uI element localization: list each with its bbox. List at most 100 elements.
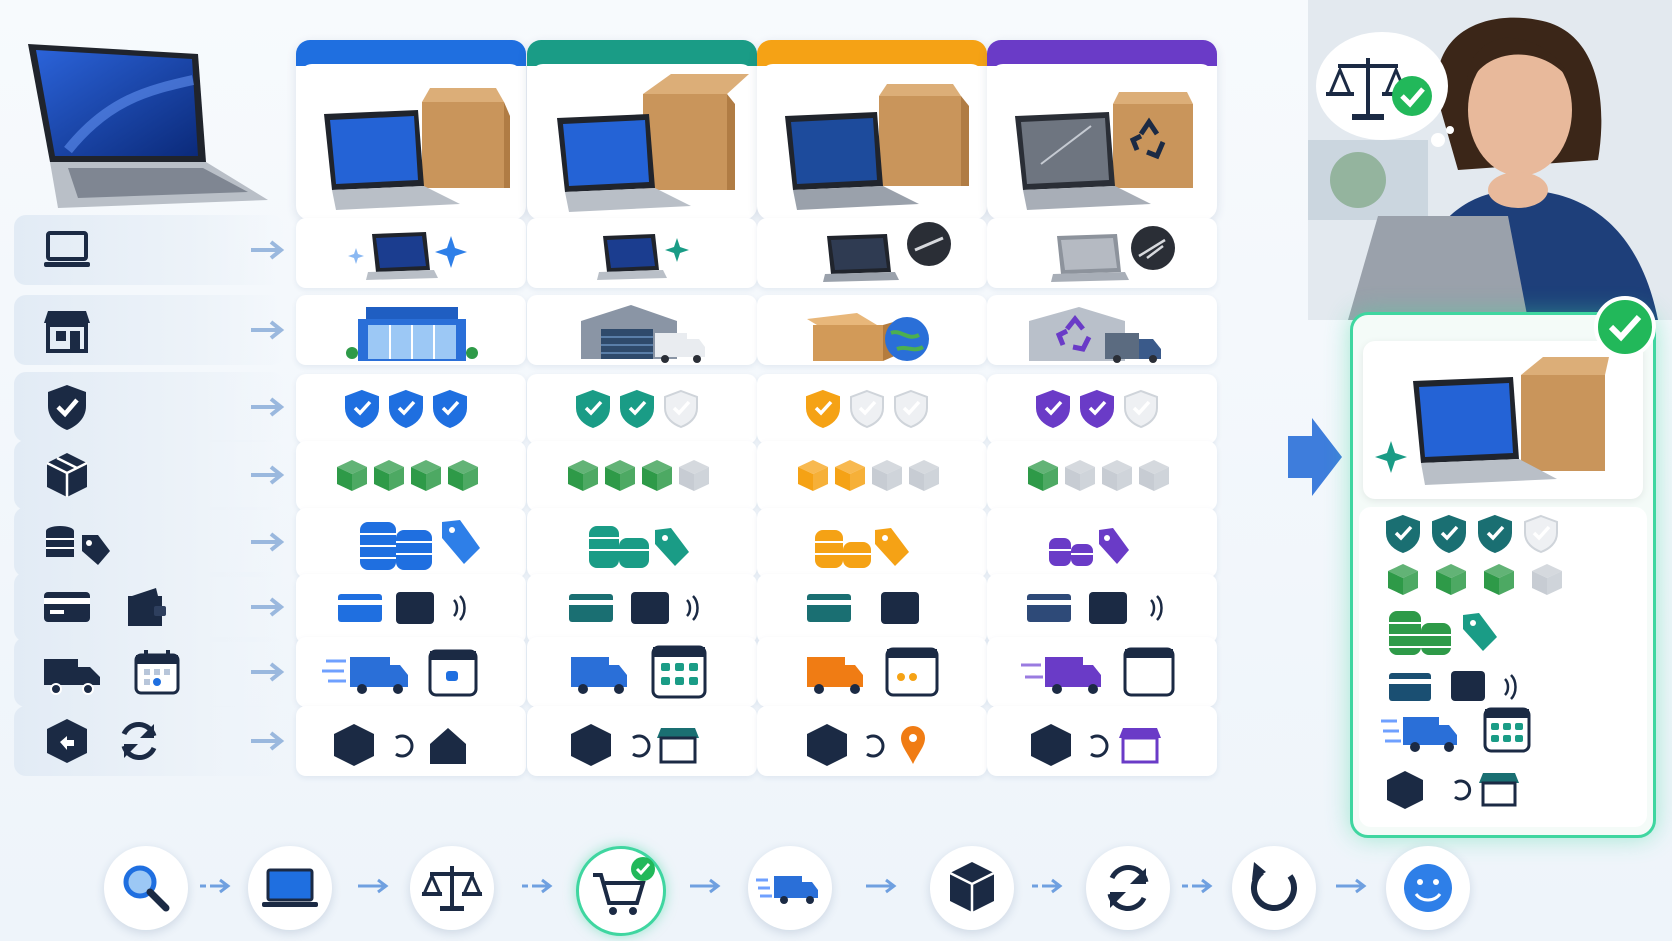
- return-icons: [1387, 771, 1519, 809]
- package-filled-icon: [1028, 460, 1058, 491]
- cell-refurbished-condition: [987, 218, 1217, 288]
- column-header-new: [296, 40, 526, 220]
- cell-open-box-packaging: [527, 441, 757, 511]
- cell-new-warranty: [296, 374, 526, 444]
- cell-new-payment: [296, 574, 526, 644]
- step-compare[interactable]: [410, 846, 494, 930]
- hero-laptop-illustration: [28, 40, 288, 210]
- cell-used-returns: [757, 706, 987, 776]
- cell-refurbished-delivery: [987, 637, 1217, 707]
- thought-bubble: [1310, 22, 1460, 152]
- shield-check-icon: [1386, 514, 1420, 554]
- legend-row-payment: [14, 572, 285, 642]
- laptop-icon: [262, 868, 318, 907]
- cell-new-condition: [296, 218, 526, 288]
- legend-row-condition: [14, 215, 285, 285]
- package-empty-icon: [1065, 460, 1095, 491]
- column-header-refurbished: [987, 40, 1217, 220]
- legend-row-seller: [14, 295, 285, 365]
- legend-row-packaging: [14, 440, 285, 510]
- shield-empty-icon: [664, 389, 698, 429]
- warranty-shield-row: [576, 389, 698, 429]
- package-filled-icon: [411, 460, 441, 491]
- cell-refurbished-warranty: [987, 374, 1217, 444]
- cell-new-returns: [296, 706, 526, 776]
- cell-new-seller: [296, 295, 526, 365]
- payment-icons: [1389, 671, 1517, 701]
- recommended-check-badge-icon: [1594, 296, 1656, 358]
- shield-check-icon: [576, 389, 610, 429]
- step-choose-laptop[interactable]: [248, 846, 332, 930]
- step-exchange[interactable]: [1086, 846, 1170, 930]
- cell-used-condition: [757, 218, 987, 288]
- shield-check-icon: [345, 389, 379, 429]
- package-rating-row: [1028, 460, 1169, 491]
- package-filled-icon: [642, 460, 672, 491]
- step-arrow-icon: [866, 878, 897, 894]
- check-badge-icon: [1392, 76, 1432, 116]
- step-search[interactable]: [104, 846, 188, 930]
- search-icon: [123, 865, 170, 912]
- package-rating-row: [337, 460, 478, 491]
- step-arrow-icon: [690, 878, 721, 894]
- shield-check-icon: [433, 389, 467, 429]
- shield-empty-icon: [850, 389, 884, 429]
- cell-refurbished-returns: [987, 706, 1217, 776]
- step-receive[interactable]: [930, 846, 1014, 930]
- refurbished-laptop-recycle-box-illustration: [1015, 92, 1193, 210]
- step-arrow-icon: [522, 878, 553, 894]
- shield-check-icon: [48, 385, 86, 430]
- cell-open-box-payment: [527, 574, 757, 644]
- legend-row-returns: [14, 706, 285, 776]
- package-empty-icon: [1102, 460, 1132, 491]
- step-purchase[interactable]: [576, 846, 666, 936]
- package-rating-row: [798, 460, 939, 491]
- package-empty-icon: [1532, 564, 1562, 595]
- package-filled-icon: [1484, 564, 1514, 595]
- arrow-right-icon: [251, 465, 285, 485]
- cell-new-price: [296, 508, 526, 578]
- package-filled-icon: [798, 460, 828, 491]
- cell-open-box-returns: [527, 706, 757, 776]
- recommended-attribute-icons: [1381, 514, 1562, 809]
- coins-price-tag-icon: [46, 526, 110, 565]
- wallet-icon: [128, 588, 166, 626]
- step-arrow-icon: [1182, 878, 1213, 894]
- shield-check-icon: [1080, 389, 1114, 429]
- package-icon: [46, 453, 88, 497]
- coin-stack-price-tag: [1389, 611, 1497, 655]
- shield-check-icon: [620, 389, 654, 429]
- step-satisfied[interactable]: [1386, 846, 1470, 930]
- cell-used-packaging: [757, 441, 987, 511]
- cell-used-delivery: [757, 637, 987, 707]
- recommended-option-panel: [1350, 296, 1656, 838]
- recommended-attributes: [1359, 507, 1647, 827]
- coin-stack-price-tag: [1049, 528, 1129, 566]
- shield-empty-icon: [1124, 389, 1158, 429]
- cart-check-icon: [593, 857, 655, 915]
- step-arrow-icon: [358, 878, 389, 894]
- cell-refurbished-packaging: [987, 441, 1217, 511]
- package-empty-icon: [1139, 460, 1169, 491]
- shield-empty-icon: [894, 389, 928, 429]
- cell-used-warranty: [757, 374, 987, 444]
- cell-open-box-warranty: [527, 374, 757, 444]
- cell-open-box-delivery: [527, 637, 757, 707]
- laptop-with-box-illustration: [324, 88, 510, 210]
- package-empty-icon: [872, 460, 902, 491]
- step-shipping[interactable]: [748, 846, 832, 930]
- step-return[interactable]: [1232, 846, 1316, 930]
- shield-check-icon: [389, 389, 423, 429]
- step-arrow-icon: [1336, 878, 1367, 894]
- package-empty-icon: [679, 460, 709, 491]
- truck-icon: [44, 659, 100, 695]
- package-filled-icon: [568, 460, 598, 491]
- package-filled-icon: [448, 460, 478, 491]
- step-arrow-icon: [1032, 878, 1063, 894]
- refresh-icon: [1251, 862, 1297, 911]
- warranty-shield-row: [1036, 389, 1158, 429]
- package-empty-icon: [909, 460, 939, 491]
- return-box-icon: [47, 719, 87, 763]
- package-filled-icon: [1436, 564, 1466, 595]
- arrow-right-icon: [251, 532, 285, 552]
